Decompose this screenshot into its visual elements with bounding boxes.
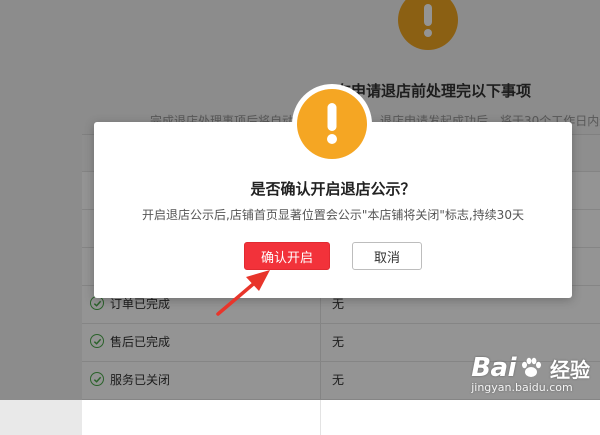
dialog-message: 开启退店公示后,店铺首页显著位置会公示"本店铺将关闭"标志,持续30天 <box>142 208 524 222</box>
confirm-open-button[interactable]: 确认开启 <box>244 242 330 270</box>
baidu-jingyan-watermark: Bai 经验 jingyan.baidu.com <box>471 353 590 394</box>
watermark-text: 经验 <box>550 357 590 382</box>
dialog-title: 是否确认开启退店公示？ <box>250 180 416 198</box>
paw-icon <box>522 357 541 377</box>
watermark-url: jingyan.baidu.com <box>471 381 573 394</box>
warning-icon <box>292 84 372 164</box>
watermark-logo: Bai <box>471 353 516 383</box>
cancel-button[interactable]: 取消 <box>352 242 422 270</box>
